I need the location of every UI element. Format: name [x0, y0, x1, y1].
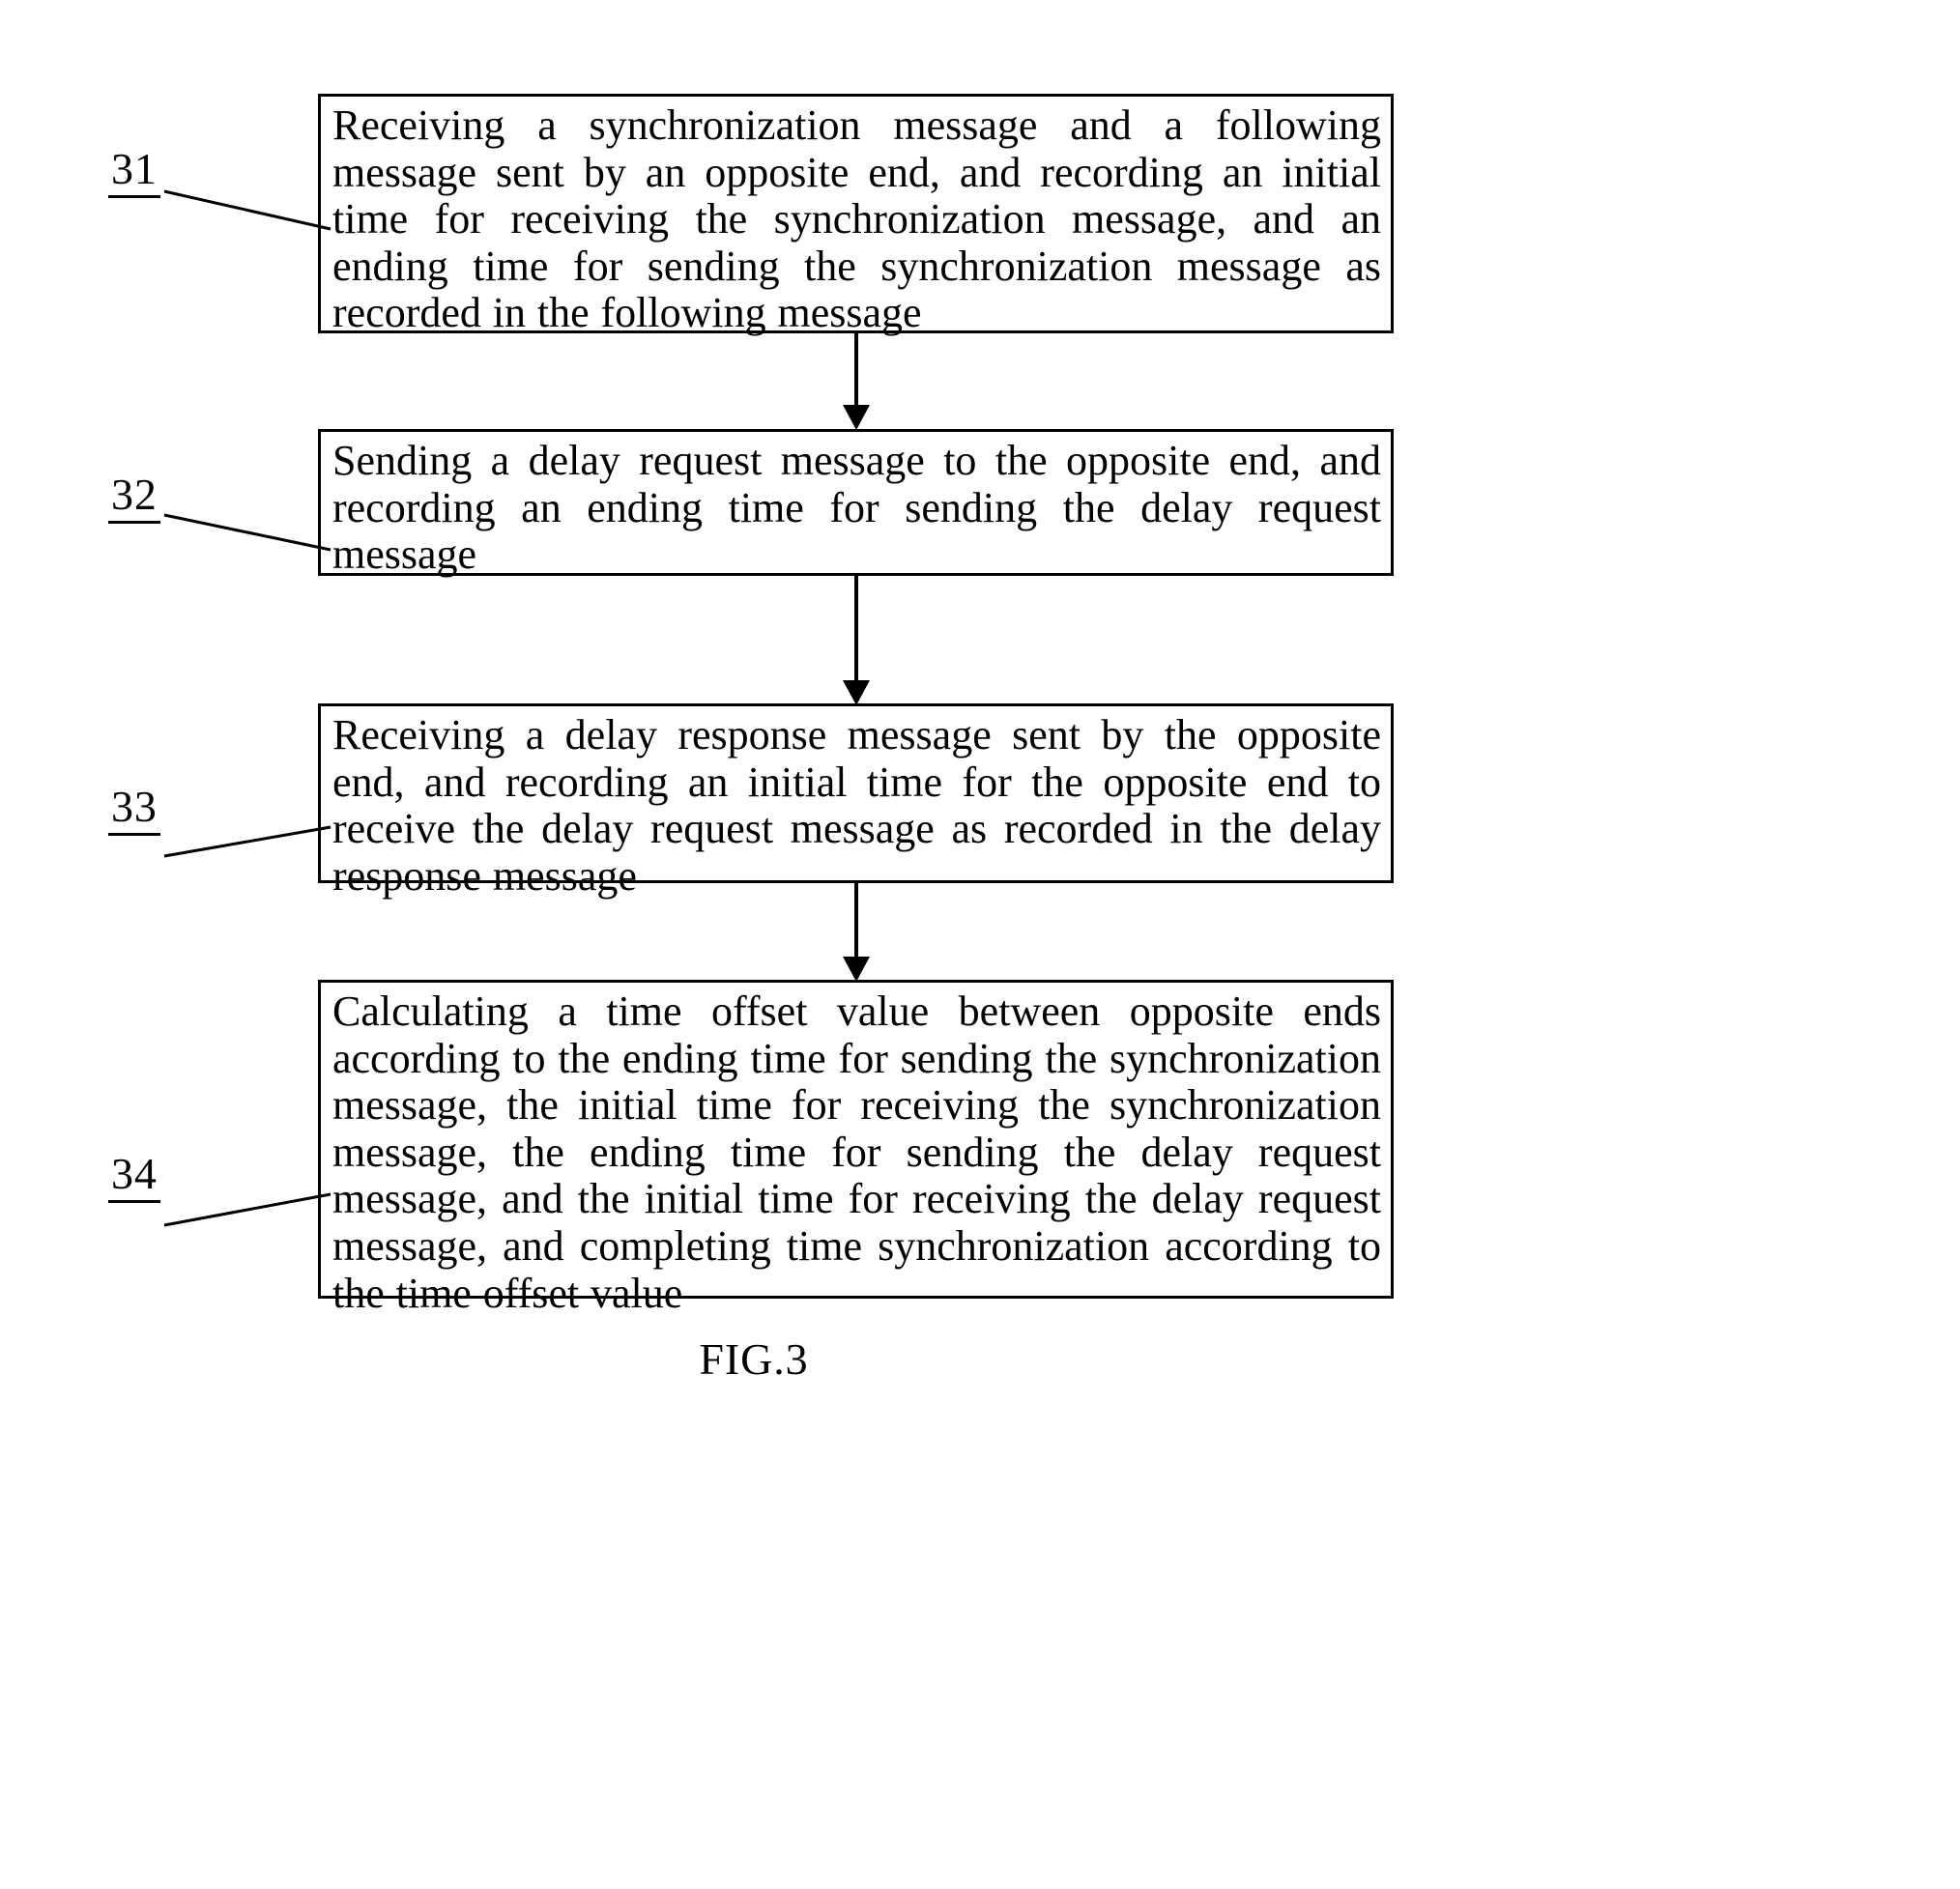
step-number-34: 34 — [108, 1152, 160, 1203]
step-number-31: 31 — [108, 147, 160, 198]
step-number-32-value: 32 — [108, 472, 160, 524]
figure-canvas: Receiving a synchronization message and … — [0, 0, 1960, 1889]
step-number-33: 33 — [108, 785, 160, 836]
process-box-33-text: Receiving a delay response message sent … — [332, 711, 1381, 900]
connector-arrow-31-to-32 — [843, 333, 870, 430]
connector-arrow-32-to-33 — [843, 576, 870, 705]
process-box-34-text: Calculating a time offset value between … — [332, 987, 1381, 1317]
connector-arrow-33-to-34 — [843, 883, 870, 982]
process-box-32-text: Sending a delay request message to the o… — [332, 437, 1381, 579]
process-box-32: Sending a delay request message to the o… — [318, 429, 1394, 579]
step-number-34-value: 34 — [108, 1152, 160, 1203]
leader-line-32 — [163, 513, 331, 552]
figure-caption: FIG.3 — [699, 1334, 809, 1384]
process-box-31-text: Receiving a synchronization message and … — [332, 101, 1381, 337]
process-box-31: Receiving a synchronization message and … — [318, 94, 1394, 336]
leader-line-34 — [163, 1192, 331, 1227]
step-number-31-value: 31 — [108, 147, 160, 198]
leader-line-31 — [163, 189, 331, 231]
step-number-32: 32 — [108, 472, 160, 524]
process-box-33: Receiving a delay response message sent … — [318, 703, 1394, 900]
step-number-33-value: 33 — [108, 785, 160, 836]
process-box-34: Calculating a time offset value between … — [318, 980, 1394, 1316]
leader-line-33 — [163, 825, 331, 858]
